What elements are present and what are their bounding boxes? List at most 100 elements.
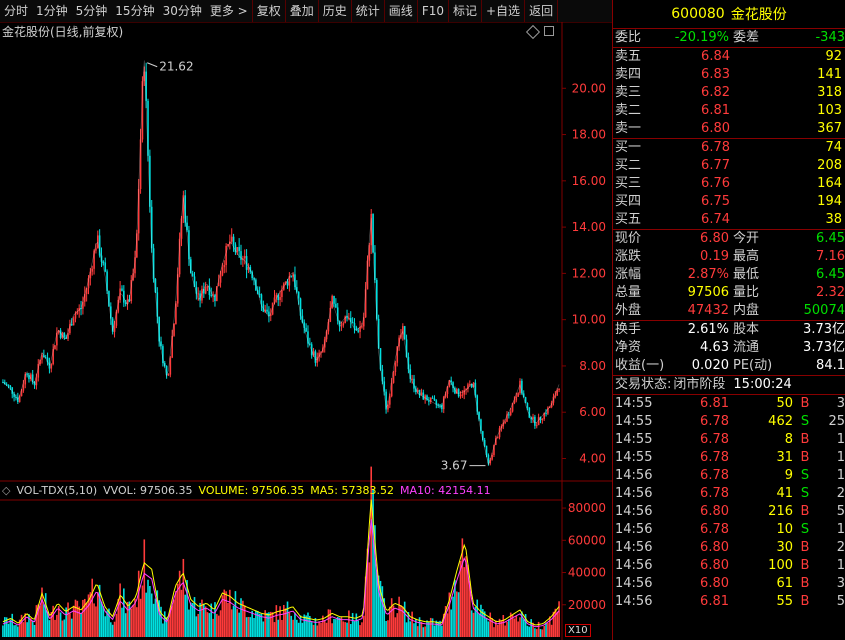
tick-side: S [800,522,810,537]
candle-body [7,384,10,386]
fund-label: PE(动) [733,358,773,373]
volume-bar [67,602,69,637]
candle-body [232,236,235,245]
volume-bar [33,624,36,637]
volume-bar [266,612,268,637]
volume-bar [314,617,317,637]
toolbar-action-5[interactable]: F10 [418,0,448,22]
tick-volume: 216 [768,504,793,519]
volume-bar [269,611,272,637]
volume-bar [78,606,80,637]
ask-book: 卖五 6.84 92 卖四 6.83 141 卖三 6.82 318 卖二 6.81 103 卖一 6.8… [613,48,845,139]
ask-label: 卖二 [615,103,642,118]
volume-bar [416,626,419,637]
tick-time: 14:56 [615,576,653,591]
fund-row: 换手 2.61% 股本 3.73亿 [613,321,845,339]
toolbar-action-4[interactable]: 画线 [385,0,417,22]
tick-side: S [800,486,810,501]
tick-price: 6.80 [700,540,729,555]
toolbar-action-2[interactable]: 历史 [319,0,351,22]
volume-bar [9,619,12,637]
volume-bar [545,622,547,637]
chart-window-controls[interactable] [525,24,554,40]
zoom-x10-button[interactable]: X10 [565,624,591,637]
period-tab-3[interactable]: 15分钟 [111,0,158,22]
bid-price: 6.75 [701,194,730,209]
volume-bar [268,612,270,637]
volume-bar [136,607,138,637]
volume-bar [82,599,84,637]
volume-bar [336,617,339,637]
candle-body [210,294,213,296]
candle-body [230,236,233,242]
tick-price: 6.80 [700,504,729,519]
volume-bar [145,592,147,637]
candle-body [403,326,406,340]
webi-label: 委比 [615,30,642,45]
candle-body [95,248,97,251]
tick-list: 14:55 6.81 50 B 3 14:55 6.78 462 S 25 14:55 6.78 8 B 1… [613,395,845,611]
toolbar-action-6[interactable]: 标记 [449,0,481,22]
vol-indicator-name[interactable]: VOL-TDX(5,10) [16,484,97,497]
candle-body [72,318,75,326]
toolbar-action-0[interactable]: 复权 [253,0,285,22]
period-tab-4[interactable]: 30分钟 [159,0,206,22]
tick-side: B [800,576,810,591]
period-tab-5[interactable]: 更多 > [206,0,252,22]
bid-book: 买一 6.78 74 买二 6.77 208 买三 6.76 164 买四 6.75 194 买五 6.7… [613,139,845,230]
volume-bar [502,615,505,637]
stat-value: 6.45 [816,267,845,282]
volume-bar [547,623,549,637]
stat-row: 涨幅 2.87% 最低 6.45 [613,266,845,284]
tick-side: B [800,594,810,609]
volume-bar [528,626,531,637]
volume-bar [335,619,337,637]
volume-bar [441,625,443,637]
tick-row: 14:56 6.78 10 S 1 [613,521,845,539]
volume-bar [539,629,542,637]
volume-bar [431,618,434,637]
volume-bar [396,613,399,637]
volume-bar [338,617,341,637]
collapse-icon[interactable]: ◇ [2,484,10,497]
volume-bar [15,625,17,637]
ask-volume: 318 [817,85,842,100]
candle-body [534,416,536,426]
volume-bar [517,621,519,637]
stat-label: 最高 [733,249,760,264]
bid-volume: 194 [817,194,842,209]
toolbar-action-1[interactable]: 叠加 [286,0,318,22]
volume-bar [275,605,278,637]
fund-value: 4.63 [700,340,729,355]
candle-body [361,326,363,328]
volume-bar [271,612,274,637]
volume-bar [485,617,488,637]
window-restore-icon[interactable] [544,26,554,36]
volume-bar [115,613,118,637]
period-tab-1[interactable]: 1分钟 [32,0,72,22]
tick-time: 14:55 [615,432,653,447]
stat-value: 0.19 [700,249,729,264]
bid-price: 6.77 [701,158,730,173]
candle-body [394,362,397,373]
period-tab-2[interactable]: 5分钟 [72,0,112,22]
volume-bar [429,617,432,637]
tick-time: 14:56 [615,594,653,609]
toolbar-action-8[interactable]: 返回 [525,0,557,22]
volume-bar [154,598,157,637]
stat-value: 97506 [687,285,729,300]
chart-area[interactable]: 20.00 18.00 16.00 14.00 12.00 10.00 8.00 6.00 4.… [0,22,612,640]
kline-volume-chart[interactable]: 20.00 18.00 16.00 14.00 12.00 10.00 8.00 6.00 4.… [0,22,612,640]
volume-bar [199,602,201,637]
volume-bar [225,591,227,637]
diamond-icon[interactable] [525,24,541,40]
volume-bar [258,613,261,637]
ask-row: 卖三 6.82 318 [613,84,845,102]
toolbar-action-3[interactable]: 统计 [352,0,384,22]
volume-bar [288,612,291,637]
period-tab-0[interactable]: 分时 [0,0,32,22]
volume-bar [424,626,426,637]
toolbar-action-7[interactable]: +自选 [482,0,524,22]
candle-body [191,273,194,277]
volume-bar [437,621,439,637]
